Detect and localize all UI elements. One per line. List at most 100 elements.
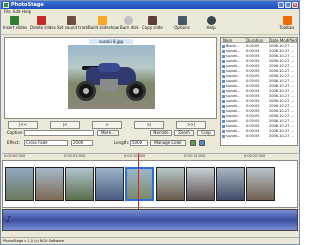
timeline-slide[interactable] <box>35 167 64 201</box>
timeline-slide[interactable] <box>246 167 275 201</box>
image-file-icon <box>222 100 225 103</box>
time-mark: 0:00:20:000 <box>244 154 266 158</box>
title-bar: PhotoStage _ □ × <box>1 1 299 9</box>
effect-select[interactable]: Cross Fade <box>24 140 68 146</box>
image-file-icon <box>222 90 225 93</box>
app-icon <box>3 2 9 8</box>
options-button[interactable]: Options <box>173 16 191 34</box>
window-title: PhotoStage <box>11 2 44 8</box>
file-name: suzuki... <box>226 134 241 138</box>
first-slide-button[interactable]: |<< <box>8 121 38 129</box>
file-list-row[interactable]: suzuki... 0:00:05 2006-10-27 ... <box>221 134 297 139</box>
image-file-icon <box>222 125 225 128</box>
build-slideshow-icon <box>97 16 107 25</box>
image-file-icon <box>222 75 225 78</box>
preview-navigation: |<< |< > >| >>| <box>4 121 217 129</box>
delete-slides-button[interactable]: Delete slides <box>30 16 56 34</box>
preview-filename: suzuki 8.jpg <box>89 39 133 44</box>
status-text: PhotoStage v 1.0 (c) NCH Software <box>3 239 65 243</box>
image-file-icon <box>222 60 225 63</box>
set-sound-track-button[interactable]: Set sound track <box>57 16 88 34</box>
app-window: PhotoStage _ □ × File Edit Help Insert s… <box>0 0 300 245</box>
audio-track[interactable]: ♪ <box>2 209 298 231</box>
rear-wheel <box>76 81 96 101</box>
time-mark: 0:00:05:000 <box>64 154 86 158</box>
length-label: Length: <box>114 140 130 145</box>
maximize-button[interactable]: □ <box>285 2 291 8</box>
last-slide-button[interactable]: >>| <box>176 121 206 129</box>
slide-timeline[interactable] <box>2 160 298 208</box>
toolbox-button[interactable]: Toolbox <box>278 16 296 34</box>
column-name[interactable]: Nam <box>223 38 232 43</box>
preview-photo <box>68 45 155 109</box>
time-mark: 0:00:00:000 <box>4 154 26 158</box>
rotate-right-icon[interactable] <box>199 140 205 146</box>
play-button[interactable]: > <box>92 121 122 129</box>
image-file-icon <box>222 130 225 133</box>
timeline-slide[interactable] <box>5 167 34 201</box>
file-date: 2006-10-27 ... <box>269 134 294 138</box>
next-slide-button[interactable]: >| <box>134 121 164 129</box>
help-button[interactable]: Help <box>204 16 218 34</box>
column-duration[interactable]: Duration <box>246 38 263 43</box>
copy-slide-icon <box>147 16 157 25</box>
caption-label: Caption: <box>7 130 24 135</box>
build-slideshow-button[interactable]: Build slideshow <box>88 16 119 34</box>
effect-label: Effect: <box>7 140 20 145</box>
time-mark: 0:00:10:000 <box>124 154 146 158</box>
motorcycle-tank <box>98 63 120 72</box>
insert-slides-icon <box>9 16 19 25</box>
timeline-slide[interactable] <box>186 167 215 201</box>
burn-disk-button[interactable]: Burn disk <box>120 16 139 34</box>
image-file-icon <box>222 65 225 68</box>
image-file-icon <box>222 55 225 58</box>
more-button[interactable]: More... <box>97 130 119 136</box>
options-icon <box>177 16 187 25</box>
status-bar: PhotoStage v 1.0 (c) NCH Software <box>1 237 299 244</box>
toolbar: Insert slides Delete slides Set sound tr… <box>1 15 299 35</box>
image-file-icon <box>222 95 225 98</box>
slide-file-list[interactable]: Nam Duration Date Modified Blank... 0:00:… <box>220 37 298 146</box>
rotate-left-icon[interactable] <box>190 140 196 146</box>
image-file-icon <box>222 80 225 83</box>
sound-track-icon <box>66 16 76 25</box>
insert-slides-button[interactable]: Insert slides <box>3 16 27 34</box>
file-list-header: Nam Duration Date Modified <box>221 38 297 43</box>
image-file-icon <box>222 45 225 48</box>
image-file-icon <box>222 50 225 53</box>
burn-disk-icon <box>123 16 133 25</box>
image-file-icon <box>222 105 225 108</box>
timeline-ruler[interactable]: 0:00:00:000 0:00:05:000 0:00:10:000 0:00… <box>2 153 298 159</box>
file-duration: 0:00:05 <box>246 134 260 138</box>
timeline-slide-selected[interactable] <box>125 167 154 201</box>
motorcycle-engine <box>100 79 118 91</box>
image-file-icon <box>222 120 225 123</box>
zoom-button[interactable]: Zoom <box>174 130 194 136</box>
timeline-slide[interactable] <box>65 167 94 201</box>
timeline-slide[interactable] <box>95 167 124 201</box>
effect-duration-field[interactable]: 2000 <box>71 140 93 146</box>
timeline-slide[interactable] <box>216 167 245 201</box>
timeline-slide[interactable] <box>156 167 185 201</box>
front-wheel <box>126 81 146 101</box>
image-file-icon <box>222 135 225 138</box>
time-mark: 0:00:15:000 <box>184 154 206 158</box>
minimize-button[interactable]: _ <box>278 2 284 8</box>
column-date-modified[interactable]: Date Modified <box>269 38 297 43</box>
previous-slide-button[interactable]: |< <box>50 121 80 129</box>
close-button[interactable]: × <box>292 2 298 8</box>
help-icon <box>206 16 216 25</box>
narrate-button[interactable]: Narrate <box>150 130 172 136</box>
delete-slides-icon <box>36 16 46 25</box>
slide-preview: suzuki 8.jpg <box>4 37 217 119</box>
image-file-icon <box>222 70 225 73</box>
image-file-icon <box>222 110 225 113</box>
length-field[interactable]: 5000 <box>130 140 148 146</box>
crop-button[interactable]: Crop <box>197 130 215 136</box>
copy-slide-button[interactable]: Copy slide <box>142 16 163 34</box>
image-file-icon <box>222 115 225 118</box>
music-note-icon: ♪ <box>6 215 12 225</box>
caption-field[interactable] <box>24 130 94 136</box>
manage-color-button[interactable]: Manage Color <box>150 140 186 146</box>
toolbox-icon <box>282 16 292 25</box>
